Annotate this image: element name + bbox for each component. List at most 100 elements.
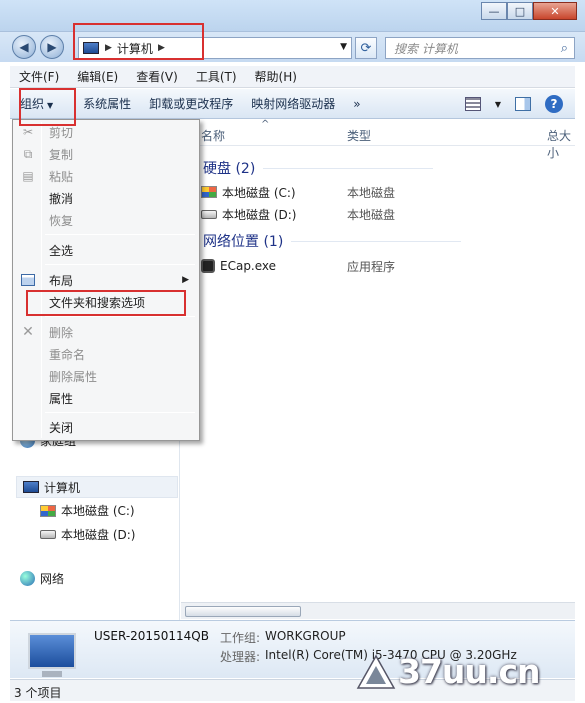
menu-item-remove-properties[interactable]: 删除属性 (15, 366, 197, 386)
search-icon[interactable]: ⌕ (561, 41, 568, 56)
refresh-icon: ⟳ (360, 40, 372, 56)
file-list: 名称 ^ 类型 总大小 硬盘 (2) 本地磁盘 (C:) 本地磁盘 本地磁盘 (… (181, 119, 575, 620)
system-drive-icon (201, 186, 217, 198)
menu-item-redo[interactable]: 恢复 (15, 210, 197, 230)
nav-drive-d-label: 本地磁盘 (D:) (61, 528, 136, 542)
caption-buttons: — □ ✕ (481, 2, 577, 20)
view-dropdown-icon[interactable]: ▼ (495, 100, 501, 109)
menu-item-layout-label: 布局 (49, 273, 74, 288)
menu-item-paste[interactable]: ▤ 粘贴 (15, 166, 197, 186)
menu-view[interactable]: 查看(V) (127, 68, 187, 85)
group-hard-disks-label: 硬盘 (2) (203, 161, 256, 177)
menu-separator (45, 412, 195, 413)
list-item[interactable]: 本地磁盘 (C:) 本地磁盘 (201, 182, 561, 202)
menu-item-close[interactable]: 关闭 (15, 417, 197, 437)
view-buttons: ▼ ? (464, 95, 563, 113)
back-arrow-icon: ◀ (19, 40, 29, 54)
menu-item-copy-label: 复制 (49, 147, 74, 162)
drive-icon (40, 530, 56, 539)
menu-item-rename[interactable]: 重命名 (15, 344, 197, 364)
menu-bar: 文件(F) 编辑(E) 查看(V) 工具(T) 帮助(H) (10, 66, 575, 88)
change-view-icon[interactable] (464, 97, 481, 111)
menu-item-cut-label: 剪切 (49, 125, 74, 140)
menu-item-select-all[interactable]: 全选 (15, 240, 197, 260)
group-network-label: 网络位置 (1) (203, 234, 284, 250)
search-input[interactable]: 搜索 计算机 ⌕ (385, 37, 575, 59)
item-type: 本地磁盘 (347, 207, 396, 222)
menu-help[interactable]: 帮助(H) (246, 68, 306, 85)
list-item[interactable]: 本地磁盘 (D:) 本地磁盘 (201, 204, 561, 224)
list-item[interactable]: ECap.exe 应用程序 (201, 256, 561, 276)
watermark-logo-icon (356, 654, 396, 689)
item-name: ECap.exe (220, 259, 277, 273)
highlight-address-bar (73, 23, 204, 60)
clipboard-icon: ▤ (22, 169, 34, 183)
nav-drive-c[interactable]: 本地磁盘 (C:) (40, 502, 135, 519)
minimize-button[interactable]: — (481, 2, 507, 20)
item-name: 本地磁盘 (C:) (222, 185, 296, 200)
menu-edit[interactable]: 编辑(E) (68, 68, 127, 85)
computer-large-icon (28, 633, 76, 677)
menu-tools[interactable]: 工具(T) (187, 68, 246, 85)
menu-item-select-all-label: 全选 (49, 243, 74, 258)
horizontal-scrollbar[interactable] (181, 602, 575, 619)
back-button[interactable]: ◀ (12, 35, 36, 59)
nav-computer[interactable]: 计算机 (16, 476, 178, 498)
help-icon[interactable]: ? (545, 95, 563, 113)
column-name[interactable]: 名称 (201, 127, 225, 144)
scissors-icon: ✂ (22, 125, 34, 139)
copy-icon: ⧉ (23, 147, 33, 161)
camera-app-icon (201, 259, 215, 273)
drive-icon (201, 209, 217, 219)
menu-item-undo[interactable]: 撤消 (15, 188, 197, 208)
system-drive-icon (40, 504, 56, 517)
nav-computer-label: 计算机 (44, 480, 81, 495)
watermark-text: 37uu.cn (398, 652, 540, 691)
item-type: 本地磁盘 (347, 185, 396, 200)
system-properties-button[interactable]: 系统属性 (74, 95, 140, 112)
preview-pane-icon[interactable] (515, 97, 531, 111)
processor-label: 处理器: (220, 650, 261, 664)
forward-arrow-icon: ▶ (47, 40, 57, 54)
workgroup-value: WORKGROUP (265, 629, 346, 643)
menu-item-close-label: 关闭 (49, 420, 74, 435)
group-hard-disks[interactable]: 硬盘 (2) (203, 158, 434, 178)
nav-network[interactable]: 网络 (20, 570, 64, 587)
delete-x-icon: ✕ (22, 324, 34, 340)
menu-item-paste-label: 粘贴 (49, 169, 74, 184)
menu-separator (45, 234, 195, 235)
more-commands-button[interactable]: » (344, 97, 369, 111)
sort-ascending-icon: ^ (261, 119, 270, 130)
workgroup-label: 工作组: (220, 631, 261, 645)
refresh-button[interactable]: ⟳ (355, 37, 377, 59)
menu-item-properties[interactable]: 属性 (15, 388, 197, 408)
item-type: 应用程序 (347, 259, 396, 274)
menu-separator (45, 264, 195, 265)
menu-item-delete[interactable]: ✕ 删除 (15, 322, 197, 342)
highlight-organize (19, 88, 76, 126)
menu-file[interactable]: 文件(F) (10, 68, 68, 85)
map-network-drive-button[interactable]: 映射网络驱动器 (242, 95, 344, 112)
menu-item-properties-label: 属性 (49, 391, 74, 406)
group-divider (291, 241, 462, 242)
address-history-dropdown-icon[interactable]: ▼ (340, 42, 347, 52)
scrollbar-thumb[interactable] (185, 606, 301, 617)
group-network-locations[interactable]: 网络位置 (1) (203, 231, 462, 251)
menu-item-copy[interactable]: ⧉ 复制 (15, 144, 197, 164)
forward-button[interactable]: ▶ (40, 35, 64, 59)
column-type[interactable]: 类型 (347, 127, 371, 144)
item-count: 3 个项目 (14, 686, 62, 700)
nav-drive-c-label: 本地磁盘 (C:) (61, 504, 135, 518)
search-placeholder: 搜索 计算机 (394, 41, 458, 56)
nav-drive-d[interactable]: 本地磁盘 (D:) (40, 526, 135, 543)
highlight-folder-options (26, 290, 186, 316)
uninstall-program-button[interactable]: 卸载或更改程序 (140, 95, 242, 112)
close-button[interactable]: ✕ (533, 2, 577, 20)
column-size[interactable]: 总大小 (547, 127, 575, 161)
menu-item-layout[interactable]: 布局 ▶ (15, 270, 197, 290)
column-headers: 名称 ^ 类型 总大小 (181, 119, 575, 160)
maximize-button[interactable]: □ (507, 2, 533, 20)
menu-item-undo-label: 撤消 (49, 191, 74, 206)
menu-item-rename-label: 重命名 (49, 347, 86, 362)
submenu-arrow-icon: ▶ (182, 275, 189, 285)
